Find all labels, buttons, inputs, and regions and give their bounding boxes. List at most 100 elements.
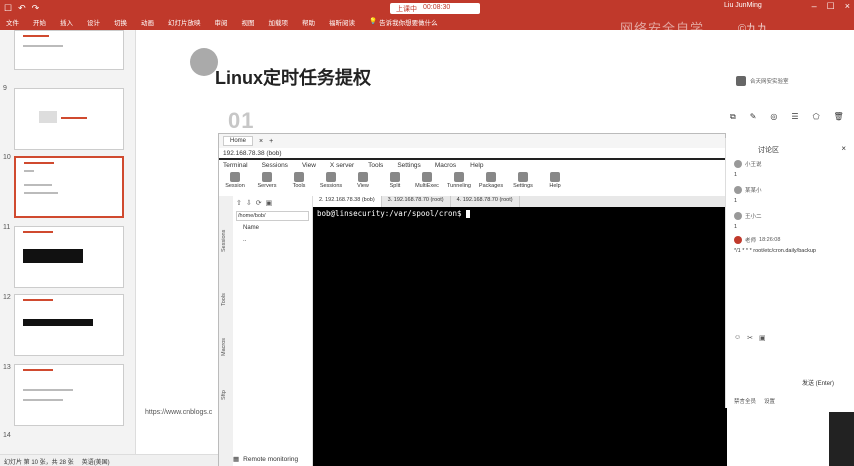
rail-sftp[interactable]: Sftp	[221, 390, 227, 400]
minimize-icon[interactable]: –	[812, 1, 817, 12]
menu-settings[interactable]: Settings	[397, 162, 421, 170]
tab-close-icon[interactable]: ×	[259, 138, 263, 145]
rail-tools[interactable]: Tools	[221, 293, 227, 306]
target-icon[interactable]: ◎	[770, 112, 777, 122]
thumbnail-8[interactable]	[14, 30, 124, 70]
upload-icon[interactable]: ⇧	[236, 199, 242, 207]
menu-insert[interactable]: 插入	[60, 17, 73, 27]
menu-sessions[interactable]: Sessions	[262, 162, 288, 170]
close-icon[interactable]: ×	[845, 1, 850, 12]
session-tab-3[interactable]: 3. 192.168.78.70 (root)	[382, 196, 451, 207]
emoji-icon[interactable]: ☺	[734, 334, 741, 342]
menu-xserver[interactable]: X server	[330, 162, 354, 170]
menu-terminal[interactable]: Terminal	[223, 162, 248, 170]
session-tab-4[interactable]: 4. 192.168.78.70 (root)	[451, 196, 520, 207]
decorative-circle	[190, 48, 218, 76]
thumbnail-9[interactable]	[14, 88, 124, 150]
thumbnail-10[interactable]	[14, 156, 124, 218]
tools-button[interactable]: Tools	[287, 172, 311, 196]
menu-view[interactable]: View	[302, 162, 316, 170]
rail-sessions[interactable]: Sessions	[221, 230, 227, 252]
view-button[interactable]: View	[351, 172, 375, 196]
mute-all[interactable]: 禁言全员	[734, 397, 756, 405]
slide-url[interactable]: https://www.cnblogs.c	[145, 409, 213, 416]
folder-icon[interactable]: ▣	[266, 199, 273, 207]
thumb-line	[24, 192, 58, 194]
thumb-line	[23, 369, 53, 371]
sftp-item-parent[interactable]: ..	[233, 234, 312, 246]
scissors-icon[interactable]: ✂	[747, 334, 753, 342]
help-button[interactable]: Help	[543, 172, 567, 196]
status-bar: 幻灯片 第 10 张，共 28 张 英语(美国)	[0, 454, 218, 466]
menu-review[interactable]: 审阅	[215, 17, 228, 27]
thumb-line	[23, 35, 49, 37]
menu-file[interactable]: 文件	[6, 17, 19, 27]
section-number[interactable]: 01	[228, 108, 254, 134]
thumb-terminal	[23, 249, 83, 263]
menu-macros[interactable]: Macros	[435, 162, 456, 170]
tell-me-box[interactable]: 💡 告诉我你想要做什么	[369, 17, 438, 27]
quick-access-toolbar: ☐ ↶ ↷	[4, 3, 39, 14]
trash-icon[interactable]: 🗑	[834, 112, 844, 122]
sftp-column-name[interactable]: Name	[233, 222, 312, 234]
window-controls: – ☐ ×	[812, 1, 850, 12]
thumbnail-13[interactable]	[14, 364, 124, 426]
packages-button[interactable]: Packages	[479, 172, 503, 196]
menu-view[interactable]: 视图	[242, 17, 255, 27]
send-button[interactable]: 发送 (Enter)	[802, 378, 834, 387]
slide-title[interactable]: Linux定时任务提权	[215, 64, 371, 90]
menu-foxit[interactable]: 福昕阅读	[329, 17, 355, 27]
eraser-icon[interactable]: ⬠	[813, 112, 820, 122]
session-tabs: 2. 192.168.78.38 (bob) 3. 192.168.78.70 …	[313, 196, 727, 207]
redo-icon[interactable]: ↷	[32, 3, 40, 14]
language[interactable]: 英语(美国)	[82, 457, 110, 466]
menu-help[interactable]: 帮助	[302, 17, 315, 27]
menu-transitions[interactable]: 切换	[114, 17, 127, 27]
menu-home[interactable]: 开始	[33, 17, 46, 27]
session-button[interactable]: Session	[223, 172, 247, 196]
maximize-icon[interactable]: ☐	[827, 1, 835, 12]
tab-home[interactable]: Home	[223, 136, 254, 146]
recording-label: 上课中	[396, 6, 417, 13]
image-icon[interactable]: ▣	[759, 334, 766, 342]
thumb-terminal	[23, 319, 93, 326]
terminal[interactable]: bob@linsecurity:/var/spool/cron$	[313, 207, 727, 466]
servers-button[interactable]: Servers	[255, 172, 279, 196]
remote-monitoring[interactable]: ▦ Remote monitoring	[233, 455, 298, 464]
split-button[interactable]: Split	[383, 172, 407, 196]
discussion-footer: 禁言全员 设置	[726, 394, 854, 408]
user-name[interactable]: Liu JunMing	[724, 2, 762, 9]
tunneling-button[interactable]: Tunneling	[447, 172, 471, 196]
session-tab-2[interactable]: 2. 192.168.78.38 (bob)	[313, 196, 382, 207]
copy-icon[interactable]: ⧉	[730, 112, 736, 122]
servers-icon	[262, 172, 272, 182]
tool-label: Packages	[478, 183, 504, 189]
settings-link[interactable]: 设置	[764, 397, 775, 405]
download-icon[interactable]: ⇩	[246, 199, 252, 207]
settings-button[interactable]: Settings	[511, 172, 535, 196]
menu-help[interactable]: Help	[470, 162, 483, 170]
list-icon[interactable]: ☰	[791, 112, 798, 122]
close-icon[interactable]: ×	[841, 144, 846, 153]
menu-slideshow[interactable]: 幻灯片放映	[168, 17, 201, 27]
menu-tools[interactable]: Tools	[368, 162, 383, 170]
avatar	[734, 186, 742, 194]
menu-animations[interactable]: 动画	[141, 17, 154, 27]
thumb-line	[23, 45, 63, 47]
sessions-button[interactable]: Sessions	[319, 172, 343, 196]
tool-label: View	[357, 183, 369, 189]
new-tab-icon[interactable]: +	[269, 138, 273, 145]
undo-icon[interactable]: ↶	[18, 3, 26, 14]
save-icon[interactable]: ☐	[4, 3, 12, 14]
sftp-path-input[interactable]: /home/bob/	[236, 211, 309, 221]
refresh-icon[interactable]: ⟳	[256, 199, 262, 207]
pen-icon[interactable]: ✎	[750, 112, 757, 122]
menu-addins[interactable]: 加载项	[269, 17, 289, 27]
slide-thumbnails: 9 10 11 12 13 14	[0, 30, 136, 454]
multiexec-button[interactable]: MultiExec	[415, 172, 439, 196]
rail-macros[interactable]: Macros	[221, 338, 227, 356]
thumbnail-11[interactable]	[14, 226, 124, 288]
tunneling-icon	[454, 172, 464, 182]
menu-design[interactable]: 设计	[87, 17, 100, 27]
thumbnail-12[interactable]	[14, 294, 124, 356]
